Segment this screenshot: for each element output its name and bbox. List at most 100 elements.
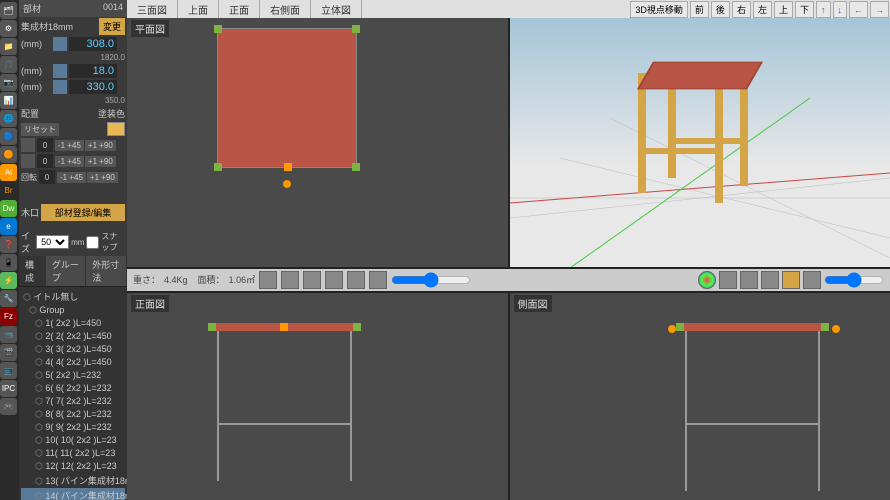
tree-root[interactable]: イトル無し bbox=[21, 289, 125, 304]
handle[interactable] bbox=[676, 323, 684, 331]
handle[interactable] bbox=[352, 25, 360, 33]
viewport-top[interactable]: 平面図 bbox=[127, 18, 508, 267]
view-icon[interactable] bbox=[803, 271, 821, 289]
depth-input[interactable] bbox=[69, 80, 117, 94]
view-tab-three[interactable]: 三面図 bbox=[127, 0, 178, 18]
width-input[interactable] bbox=[69, 37, 117, 51]
nav-left[interactable]: 左 bbox=[753, 1, 772, 18]
dock-icon[interactable]: 🌐 bbox=[0, 110, 17, 127]
dock-icon[interactable]: 📺 bbox=[0, 362, 17, 379]
color-swatch[interactable] bbox=[107, 122, 125, 136]
dock-icon[interactable]: 📁 bbox=[0, 38, 17, 55]
handle[interactable] bbox=[352, 163, 360, 171]
spin-inc[interactable]: +1 +90 bbox=[85, 156, 116, 167]
pivot[interactable] bbox=[668, 325, 676, 333]
tab-outline[interactable]: 外形寸法 bbox=[86, 256, 127, 286]
view-icon[interactable] bbox=[782, 271, 800, 289]
tree-item[interactable]: 9( 9( 2x2 )L=232 bbox=[21, 421, 125, 434]
viewport-front[interactable]: 正面図 bbox=[127, 293, 508, 500]
tool-icon[interactable] bbox=[369, 271, 387, 289]
dock-icon[interactable]: 🔵 bbox=[0, 128, 17, 145]
tree-item[interactable]: 2( 2( 2x2 )L=450 bbox=[21, 330, 125, 343]
nav-3d-button[interactable]: 3D視点移動 bbox=[630, 1, 688, 18]
snap-checkbox[interactable] bbox=[86, 236, 99, 249]
register-button[interactable]: 部材登録/編集 bbox=[41, 204, 125, 221]
tree-item[interactable]: 8( 8( 2x2 )L=232 bbox=[21, 408, 125, 421]
dock-icon[interactable]: ⚙ bbox=[0, 20, 17, 37]
dock-icon[interactable]: ⚡ bbox=[0, 272, 17, 289]
view-tab-right[interactable]: 右側面 bbox=[260, 0, 311, 18]
tree-item[interactable]: 13( パイン集成材18m bbox=[21, 473, 125, 488]
reset-button[interactable]: リセット bbox=[21, 123, 59, 136]
table-model[interactable] bbox=[630, 53, 750, 193]
spin-dec[interactable]: -1 +45 bbox=[57, 172, 86, 183]
view-icon[interactable] bbox=[740, 271, 758, 289]
tree-item[interactable]: 4( 4( 2x2 )L=450 bbox=[21, 356, 125, 369]
viewport-3d[interactable] bbox=[510, 18, 890, 267]
dock-icon-dw[interactable]: Dw bbox=[0, 200, 17, 217]
nav-back[interactable]: 後 bbox=[711, 1, 730, 18]
spin-dec[interactable]: -1 +45 bbox=[55, 140, 84, 151]
arrow-up[interactable]: ↑ bbox=[816, 1, 831, 18]
front-shape[interactable] bbox=[212, 323, 357, 331]
dock-icon-ipc[interactable]: IPC bbox=[0, 380, 17, 397]
dock-icon[interactable]: 🎵 bbox=[0, 56, 17, 73]
nav-down[interactable]: 下 bbox=[795, 1, 814, 18]
tool-icon[interactable] bbox=[347, 271, 365, 289]
dock-icon[interactable]: 📹 bbox=[0, 326, 17, 343]
side-shape[interactable] bbox=[680, 323, 825, 331]
dock-icon-br[interactable]: Br bbox=[0, 182, 17, 199]
height-input[interactable] bbox=[69, 64, 117, 78]
tree-group[interactable]: Group bbox=[21, 304, 125, 317]
viewport-side[interactable]: 側面図 bbox=[510, 293, 890, 500]
rgb-icon[interactable] bbox=[698, 271, 716, 289]
tree-item[interactable]: 12( 12( 2x2 )L=23 bbox=[21, 460, 125, 473]
tool-icon[interactable] bbox=[303, 271, 321, 289]
spin-dec[interactable]: -1 +45 bbox=[55, 156, 84, 167]
spinner-value[interactable]: 0 bbox=[37, 154, 53, 168]
arrow-down[interactable]: ↓ bbox=[833, 1, 848, 18]
tree-item[interactable]: 10( 10( 2x2 )L=23 bbox=[21, 434, 125, 447]
spin-inc[interactable]: +1 +90 bbox=[87, 172, 118, 183]
handle[interactable] bbox=[353, 323, 361, 331]
view-icon[interactable] bbox=[761, 271, 779, 289]
handle-mid[interactable] bbox=[284, 163, 292, 171]
tree-item[interactable]: 1( 2x2 )L=450 bbox=[21, 317, 125, 330]
dock-icon[interactable]: 🗂 bbox=[0, 2, 17, 19]
tool-icon[interactable] bbox=[281, 271, 299, 289]
dock-icon-e[interactable]: e bbox=[0, 218, 17, 235]
tree-item[interactable]: 6( 6( 2x2 )L=232 bbox=[21, 382, 125, 395]
spinner-value[interactable]: 0 bbox=[37, 138, 53, 152]
nav-up[interactable]: 上 bbox=[774, 1, 793, 18]
view-icon[interactable] bbox=[719, 271, 737, 289]
handle[interactable] bbox=[208, 323, 216, 331]
pivot-handle[interactable] bbox=[283, 180, 291, 188]
dock-icon[interactable]: 🎬 bbox=[0, 344, 17, 361]
arrow-left[interactable]: ← bbox=[849, 1, 868, 18]
tree-view[interactable]: イトル無し Group 1( 2x2 )L=450 2( 2( 2x2 )L=4… bbox=[19, 287, 127, 500]
tool-icon[interactable] bbox=[259, 271, 277, 289]
change-button[interactable]: 変更 bbox=[99, 18, 125, 35]
dock-icon[interactable]: ❓ bbox=[0, 236, 17, 253]
plan-shape[interactable] bbox=[217, 28, 357, 168]
dock-icon-ai[interactable]: Ai bbox=[0, 164, 17, 181]
spin-inc[interactable]: +1 +90 bbox=[85, 140, 116, 151]
handle[interactable] bbox=[214, 163, 222, 171]
dock-icon[interactable]: 🟠 bbox=[0, 146, 17, 163]
tree-item[interactable]: 11( 11( 2x2 )L=23 bbox=[21, 447, 125, 460]
handle[interactable] bbox=[821, 323, 829, 331]
nav-front[interactable]: 前 bbox=[690, 1, 709, 18]
zoom-slider[interactable] bbox=[391, 272, 471, 288]
dock-icon[interactable]: 📊 bbox=[0, 92, 17, 109]
view-tab-front[interactable]: 正面 bbox=[219, 0, 260, 18]
tree-item[interactable]: 5( 2x2 )L=232 bbox=[21, 369, 125, 382]
tree-item[interactable]: 3( 3( 2x2 )L=450 bbox=[21, 343, 125, 356]
handle[interactable] bbox=[214, 25, 222, 33]
tool-icon[interactable] bbox=[325, 271, 343, 289]
view-tab-top[interactable]: 上面 bbox=[178, 0, 219, 18]
handle-mid[interactable] bbox=[280, 323, 288, 331]
tree-item-selected[interactable]: 14( パイン集成材18m bbox=[21, 488, 125, 500]
pivot[interactable] bbox=[832, 325, 840, 333]
arrow-right[interactable]: → bbox=[870, 1, 889, 18]
dock-icon[interactable]: 📷 bbox=[0, 74, 17, 91]
